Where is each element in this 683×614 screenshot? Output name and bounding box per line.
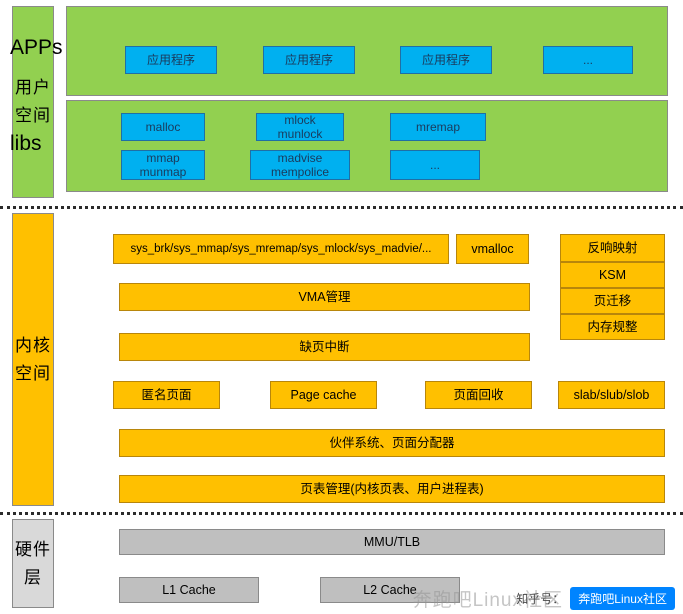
app-box-2: 应用程序 (263, 46, 355, 74)
kernel-box-page-table-management: 页表管理(内核页表、用户进程表) (119, 475, 665, 503)
lib-box-more: ... (390, 150, 480, 180)
kernel-box-vmalloc: vmalloc (456, 234, 529, 264)
lib-box-mremap: mremap (390, 113, 486, 141)
diagram-canvas: 用户空间 内核空间 硬件层 APPs 应用程序 应用程序 应用程序 ... li… (0, 0, 683, 614)
kernel-box-buddy-allocator: 伙伴系统、页面分配器 (119, 429, 665, 457)
kernel-box-memory-compaction: 内存规整 (560, 314, 665, 340)
layer-divider-kernel-hardware (0, 512, 683, 515)
layer-label-user-space-text: 用户空间 (15, 78, 51, 125)
apps-panel-title: APPs (10, 36, 63, 59)
hardware-box-mmu-tlb: MMU/TLB (119, 529, 665, 555)
watermark-account-label: 知乎号： (516, 592, 565, 606)
kernel-box-syscalls: sys_brk/sys_mmap/sys_mremap/sys_mlock/sy… (113, 234, 449, 264)
watermark: 知乎号： 奔跑吧Linux社区 (516, 587, 675, 610)
layer-label-kernel-space-text: 内核空间 (15, 335, 51, 383)
layer-divider-user-kernel (0, 206, 683, 209)
lib-box-mmap-munmap: mmap munmap (121, 150, 205, 180)
lib-box-malloc: malloc (121, 113, 205, 141)
libs-panel-title: libs (10, 132, 42, 155)
kernel-box-page-reclaim: 页面回收 (425, 381, 532, 409)
app-box-1: 应用程序 (125, 46, 217, 74)
watermark-badge: 奔跑吧Linux社区 (570, 587, 675, 610)
lib-box-madvise-mempolice: madvise mempolice (250, 150, 350, 180)
kernel-box-page-migration: 页迁移 (560, 288, 665, 314)
kernel-box-anonymous-pages: 匿名页面 (113, 381, 220, 409)
kernel-box-ksm: KSM (560, 262, 665, 288)
app-box-4: ... (543, 46, 633, 74)
hardware-box-l1-cache: L1 Cache (119, 577, 259, 603)
layer-label-user-space: 用户空间 (12, 6, 54, 198)
lib-box-mlock-munlock: mlock munlock (256, 113, 344, 141)
kernel-box-reverse-mapping: 反响映射 (560, 234, 665, 262)
app-box-3: 应用程序 (400, 46, 492, 74)
kernel-box-page-fault: 缺页中断 (119, 333, 530, 361)
layer-label-kernel-space: 内核空间 (12, 213, 54, 506)
kernel-box-vma-management: VMA管理 (119, 283, 530, 311)
layer-label-hardware: 硬件层 (12, 519, 54, 608)
kernel-box-slab-allocator: slab/slub/slob (558, 381, 665, 409)
layer-label-hardware-text: 硬件层 (15, 539, 51, 587)
kernel-box-page-cache: Page cache (270, 381, 377, 409)
